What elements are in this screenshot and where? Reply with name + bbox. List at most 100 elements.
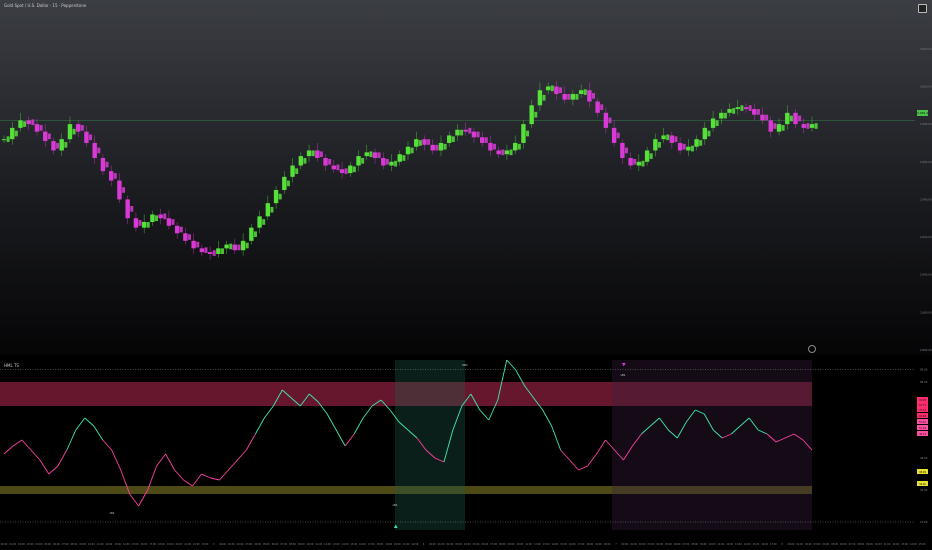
candle (331, 159, 340, 174)
candle-body (315, 150, 320, 158)
time-axis-tick: 08:00 (71, 543, 78, 546)
osc-axis-tick: 84.00 (920, 380, 928, 384)
candle-body (229, 243, 233, 250)
candle-body (628, 158, 633, 166)
candle (76, 120, 84, 138)
candle-body (1, 139, 7, 141)
time-axis-tick: 11:00 (97, 543, 104, 546)
candle (117, 173, 126, 204)
candle-body (801, 124, 806, 128)
candle (381, 152, 389, 170)
value-badge-text: 91.08 (919, 399, 926, 402)
time-axis-tick: 08:00 (499, 543, 506, 546)
candle (216, 240, 224, 258)
osc-line-segment (596, 439, 606, 455)
candle-body (100, 158, 106, 172)
candle (141, 214, 150, 234)
candle (100, 154, 109, 175)
candle-body (10, 127, 15, 140)
candle-body (480, 137, 485, 143)
osc-line-segment (210, 477, 220, 481)
time-axis-tick: 17:00 (770, 543, 777, 546)
time-axis-tick: 00:00 (788, 543, 795, 546)
time-axis-tick: 06:00 (482, 543, 489, 546)
candle (537, 82, 546, 111)
osc-line-segment (219, 469, 229, 481)
time-axis-tick: 05:00 (473, 543, 480, 546)
candle-body (270, 206, 274, 213)
time-axis-tick: 10:00 (88, 543, 95, 546)
candle (768, 116, 777, 138)
value-badge-text: 81.73 (919, 404, 926, 407)
peak-label: OB1 (462, 363, 468, 367)
candle (727, 103, 736, 117)
candle (315, 142, 323, 162)
time-axis-tick: 15:00 (350, 543, 357, 546)
osc-axis-tick: 46.00 (920, 456, 928, 460)
candle (125, 195, 134, 224)
candle-body (282, 176, 287, 190)
candle-body (460, 129, 464, 136)
osc-line-segment (174, 469, 184, 481)
candle-body (331, 165, 336, 170)
candle-body (578, 90, 584, 94)
osc-line-segment (66, 429, 77, 451)
candle-body (501, 149, 505, 156)
candle (298, 152, 307, 170)
candle-body (443, 143, 447, 150)
candle-body (125, 199, 130, 219)
time-axis-tick: 22:00 (412, 543, 419, 546)
candle-body (6, 136, 10, 142)
osc-line-segment (93, 425, 104, 441)
candle-body (97, 147, 101, 154)
candle-body (633, 158, 637, 165)
candle-body (422, 139, 427, 145)
osc-axis-tick: 14.00 (920, 520, 928, 524)
osc-line-segment (84, 417, 95, 427)
candle-body (793, 112, 798, 125)
candle-body (776, 124, 782, 132)
candle-body (545, 86, 551, 91)
time-axis-tick: 03:00 (27, 543, 34, 546)
price-axis-tick: 2,900.00 (920, 273, 932, 277)
candle-body (806, 123, 810, 129)
candle (232, 238, 241, 254)
candle (348, 161, 356, 177)
time-axis-tick: 11:00 (718, 543, 725, 546)
time-axis-tick: 10:00 (709, 543, 716, 546)
candle-body (686, 146, 691, 151)
candle-body (76, 124, 81, 132)
osc-line-segment (479, 409, 490, 421)
candle-body (682, 143, 686, 150)
time-axis-tick: 15:00 (753, 543, 760, 546)
time-axis-tick: 21:00 (184, 543, 191, 546)
candle-body (435, 144, 439, 151)
candle (224, 240, 233, 254)
candle-body (361, 158, 365, 164)
candle-body (356, 156, 361, 166)
time-axis-tick: 05:00 (44, 543, 51, 546)
time-axis-tick: 21:00 (403, 543, 410, 546)
candle (710, 110, 719, 132)
candle-body (339, 169, 345, 174)
candle-body (789, 115, 793, 122)
candle-body (394, 160, 398, 167)
candle-body (620, 142, 625, 158)
time-axis-tick: 20:00 (176, 543, 183, 546)
candle-body (47, 133, 51, 140)
candle-body (369, 151, 373, 158)
candle-body (455, 129, 460, 136)
time-axis-tick: 13:00 (543, 543, 550, 546)
osc-line-segment (201, 473, 211, 479)
chart-canvas[interactable]: 3,020.00 3,000.00 2,980.00 2,960.00 2,940.00… (0, 0, 932, 550)
time-axis-tick: 17:00 (368, 543, 375, 546)
candle-body (785, 112, 790, 125)
candle-body (447, 135, 452, 143)
osc-line-segment (362, 405, 373, 419)
candle (512, 135, 521, 155)
candle (471, 127, 480, 143)
candle (108, 165, 117, 187)
candle-body (122, 187, 126, 193)
time-axis-tick: 14:00 (342, 543, 349, 546)
candle-body (273, 190, 279, 204)
